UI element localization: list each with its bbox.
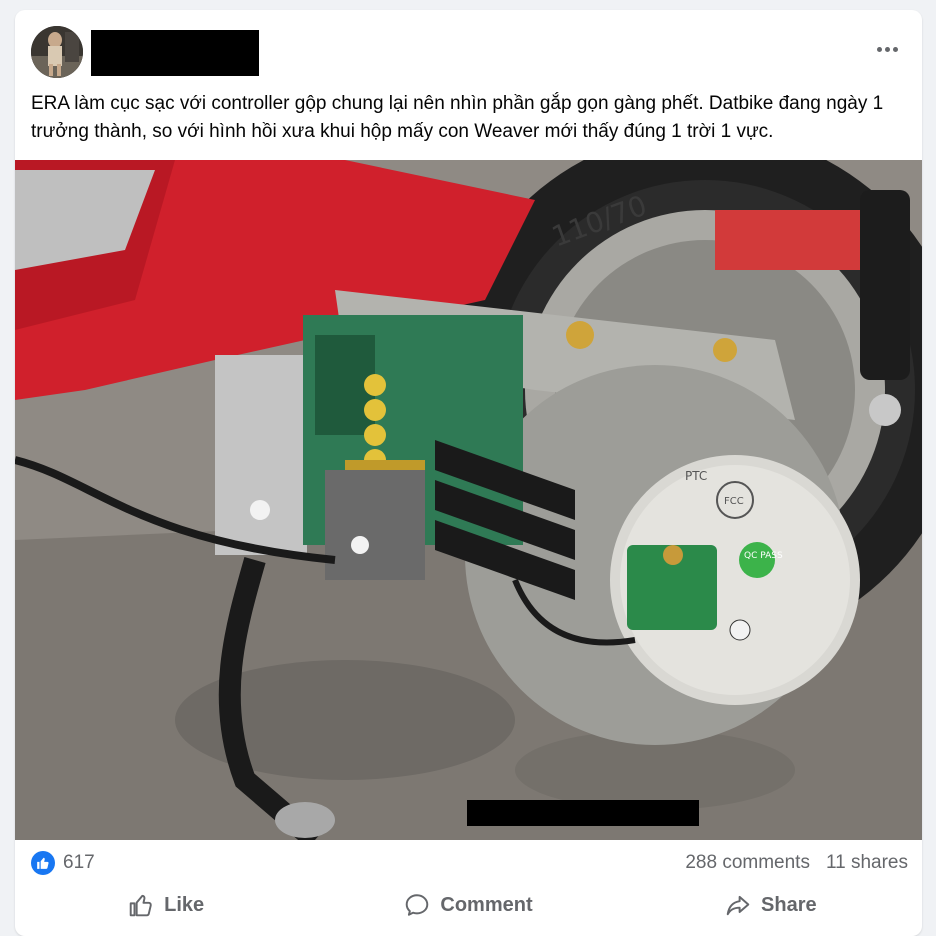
reaction-count: 617: [63, 852, 95, 873]
post-stats: 617 288 comments 11 shares: [31, 848, 908, 878]
post-card: ERA làm cục sạc với controller gộp chung…: [15, 10, 922, 936]
post-text: ERA làm cục sạc với controller gộp chung…: [31, 93, 884, 142]
photo-redacted-overlay: [467, 800, 699, 826]
more-horizontal-icon: [876, 46, 882, 52]
share-label: Share: [761, 893, 817, 916]
action-bar: Like Comment Share: [15, 882, 922, 928]
more-options-button[interactable]: [870, 34, 904, 64]
qc-pass-sticker: QC PASS: [744, 551, 783, 561]
comment-label: Comment: [440, 893, 533, 916]
thumbs-up-icon: [31, 851, 55, 875]
post-photo[interactable]: 110/70 PTC FCC QC PASS: [15, 160, 922, 840]
shares-count[interactable]: 11 shares: [826, 852, 908, 874]
comment-button[interactable]: Comment: [317, 883, 619, 927]
thumbs-up-outline-icon: [129, 894, 152, 917]
motor-brand-label: PTC: [685, 469, 707, 483]
fcc-mark: FCC: [724, 496, 744, 507]
author-name-redacted: [91, 30, 259, 76]
like-button[interactable]: Like: [15, 883, 317, 927]
avatar[interactable]: [31, 26, 83, 78]
comments-count[interactable]: 288 comments: [685, 852, 810, 874]
like-label: Like: [164, 893, 205, 916]
share-arrow-icon: [726, 895, 750, 916]
share-button[interactable]: Share: [620, 883, 922, 927]
reaction-summary[interactable]: 617: [31, 851, 95, 875]
comment-bubble-icon: [406, 894, 429, 916]
